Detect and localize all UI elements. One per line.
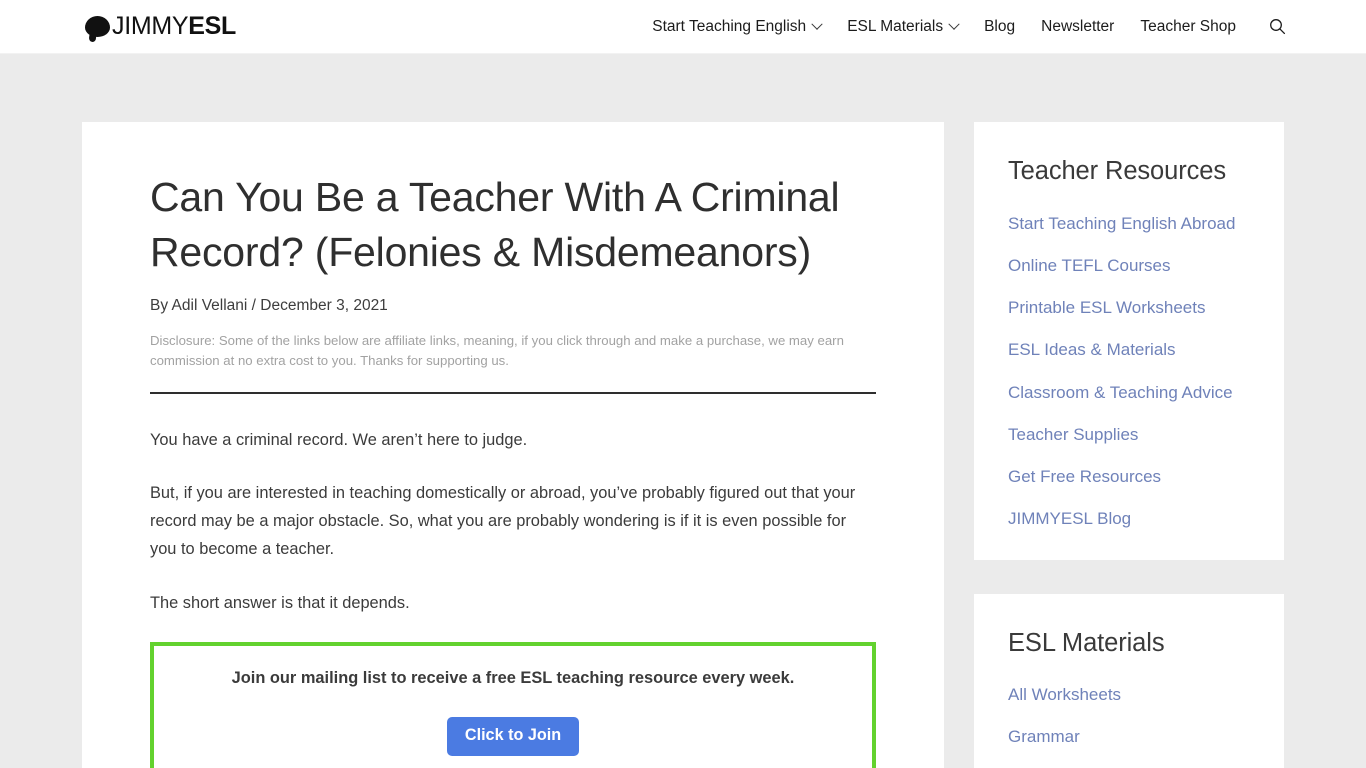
nav-label: Newsletter <box>1041 17 1115 35</box>
nav-label: Start Teaching English <box>652 17 807 35</box>
nav-label: ESL Materials <box>847 17 944 35</box>
article-paragraph: You have a criminal record. We aren’t he… <box>150 430 528 449</box>
widget-link-list: Start Teaching English Abroad Online TEF… <box>1008 213 1250 530</box>
list-item: Online TEFL Courses <box>1008 255 1250 276</box>
list-item: JIMMYESL Blog <box>1008 508 1250 529</box>
widget-title: ESL Materials <box>1008 628 1165 657</box>
newsletter-cta-text: Join our mailing list to receive a free … <box>231 668 795 687</box>
sidebar: Teacher Resources Start Teaching English… <box>974 122 1284 768</box>
sidebar-link-get-free-resources[interactable]: Get Free Resources <box>1008 467 1161 486</box>
list-item: Grammar <box>1008 726 1250 747</box>
search-icon[interactable] <box>1266 16 1288 38</box>
nav-item-blog[interactable]: Blog <box>984 18 1015 36</box>
sidebar-link-online-tefl-courses[interactable]: Online TEFL Courses <box>1008 256 1171 275</box>
nav-item-esl-materials[interactable]: ESL Materials <box>847 17 960 36</box>
main-navigation: Start Teaching English ESL Materials Blo… <box>652 0 1288 54</box>
article-paragraph: The short answer is that it depends. <box>150 593 410 612</box>
page-title: Can You Be a Teacher With A Criminal Rec… <box>150 174 840 275</box>
sidebar-link-grammar[interactable]: Grammar <box>1008 727 1080 746</box>
logo-text-light: JIMMY <box>112 12 189 40</box>
article-card: Can You Be a Teacher With A Criminal Rec… <box>82 122 944 768</box>
sidebar-link-start-teaching-english-abroad[interactable]: Start Teaching English Abroad <box>1008 214 1235 233</box>
newsletter-cta-box: Join our mailing list to receive a free … <box>150 641 876 768</box>
sidebar-link-esl-ideas-materials[interactable]: ESL Ideas & Materials <box>1008 340 1176 359</box>
list-item: Printable ESL Worksheets <box>1008 297 1250 318</box>
article-paragraph: But, if you are interested in teaching d… <box>150 483 856 559</box>
sidebar-link-jimmyesl-blog[interactable]: JIMMYESL Blog <box>1008 509 1131 528</box>
list-item: Teacher Supplies <box>1008 424 1250 445</box>
nav-label: Blog <box>984 17 1016 35</box>
list-item: Start Teaching English Abroad <box>1008 213 1250 234</box>
article-byline: By Adil Vellani / December 3, 2021 <box>150 297 388 315</box>
chevron-down-icon <box>948 18 960 30</box>
nav-item-newsletter[interactable]: Newsletter <box>1041 18 1114 36</box>
sidebar-link-classroom-teaching-advice[interactable]: Classroom & Teaching Advice <box>1008 383 1233 402</box>
site-header: JIMMYESL Start Teaching English ESL Mate… <box>0 0 1366 54</box>
nav-item-start-teaching-english[interactable]: Start Teaching English <box>652 17 823 36</box>
nav-label: Teacher Shop <box>1140 17 1236 35</box>
widget-title: Teacher Resources <box>1008 157 1226 185</box>
article: Can You Be a Teacher With A Criminal Rec… <box>150 170 876 768</box>
speech-bubble-icon <box>85 16 110 37</box>
logo-text-bold: ESL <box>188 12 237 40</box>
logo-wordmark: JIMMYESL <box>112 14 236 39</box>
widget-esl-materials: ESL Materials All Worksheets Grammar <box>974 593 1284 768</box>
list-item: ESL Ideas & Materials <box>1008 339 1250 360</box>
affiliate-disclosure: Disclosure: Some of the links below are … <box>150 332 844 369</box>
sidebar-link-printable-esl-worksheets[interactable]: Printable ESL Worksheets <box>1008 298 1205 317</box>
sidebar-link-all-worksheets[interactable]: All Worksheets <box>1008 685 1121 704</box>
sidebar-link-teacher-supplies[interactable]: Teacher Supplies <box>1008 425 1138 444</box>
nav-item-teacher-shop[interactable]: Teacher Shop <box>1140 18 1236 36</box>
list-item: Get Free Resources <box>1008 466 1250 487</box>
article-content: You have a criminal record. We aren’t he… <box>150 426 876 768</box>
chevron-down-icon <box>811 18 823 30</box>
page-body: Can You Be a Teacher With A Criminal Rec… <box>0 54 1366 768</box>
widget-teacher-resources: Teacher Resources Start Teaching English… <box>974 122 1284 560</box>
list-item: Classroom & Teaching Advice <box>1008 382 1250 403</box>
meta-divider <box>150 391 876 394</box>
site-logo[interactable]: JIMMYESL <box>85 0 236 54</box>
list-item: All Worksheets <box>1008 684 1250 705</box>
click-to-join-button[interactable]: Click to Join <box>446 716 580 756</box>
widget-link-list: All Worksheets Grammar <box>1008 684 1250 748</box>
